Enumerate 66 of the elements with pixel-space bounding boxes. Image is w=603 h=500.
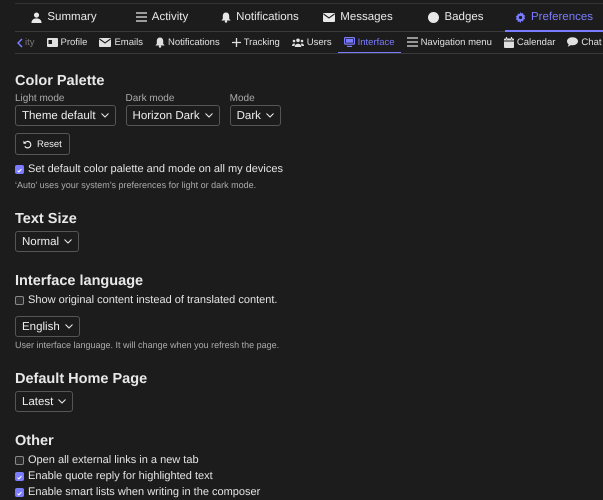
sub-tab[interactable]: Emails [93,32,149,53]
section-heading: Color Palette [15,72,106,90]
id-card-icon [46,38,58,46]
nav-tab[interactable]: Summary [15,4,113,32]
section-heading: Other [15,432,55,450]
sub-tab[interactable]: Interface [338,32,401,53]
dropdown[interactable]: Dark [230,105,281,126]
speech-bubble-icon [567,37,578,47]
chevron-down-icon [266,113,274,118]
nav-tab[interactable]: Notifications [211,4,309,32]
monitor-icon [344,37,355,47]
checkbox-label: Show original content instead of translated content. [28,293,278,308]
checkbox[interactable] [15,165,24,174]
chevron-down-icon [100,113,109,118]
bell-icon [154,36,165,48]
chevron-left-icon[interactable] [17,38,23,48]
checkbox[interactable] [15,456,24,465]
gear-icon [514,12,526,22]
help-text: User interface language. It will change when you refresh the page. [15,340,280,350]
nav-tab[interactable]: Messages [309,4,407,32]
checkbox-label: Enable quote reply for highlighted text [28,469,213,484]
person-icon [31,12,42,22]
sub-tab[interactable]: Chat [561,32,603,53]
chevron-down-icon [58,399,66,404]
calendar-icon [504,36,514,48]
dropdown[interactable]: Normal [15,231,80,252]
reset-button[interactable]: Reset [15,133,70,155]
field-label: Light mode [15,93,66,105]
nav-tab[interactable]: Activity [113,4,211,32]
dropdown[interactable]: Theme default [15,105,116,126]
checkbox-label: Set default color palette and mode on all my devices [28,162,283,177]
sub-tab[interactable]: Calendar [498,32,562,53]
bell-icon [221,12,232,22]
sub-tab[interactable]: Navigation menu [400,32,498,53]
undo-icon [23,140,32,148]
plus-icon [232,38,241,46]
sub-tab[interactable]: Notifications [148,32,226,53]
chevron-down-icon [64,324,73,329]
help-text: ‘Auto’ uses your system’s preferences for light or dark mode. [15,180,258,190]
chevron-down-icon [204,113,213,118]
sub-tab[interactable]: Tracking [226,32,286,53]
section-heading: Interface language [15,272,144,290]
nav-tab[interactable]: Badges [407,4,505,32]
nav-tab[interactable]: Preferences [505,4,603,32]
sub-tab[interactable]: Users [286,32,338,53]
dropdown[interactable]: Horizon Dark [126,105,220,126]
chevron-down-icon [64,239,72,244]
circle-icon [428,12,440,22]
checkbox-label: Open all external links in a new tab [28,453,199,468]
checkbox[interactable] [15,472,24,481]
checkbox[interactable] [15,488,24,497]
dropdown[interactable]: Latest [15,391,74,412]
field-label: Mode [230,93,256,105]
envelope-icon [99,38,112,46]
checkbox[interactable] [15,296,24,305]
field-label: Dark mode [126,93,176,105]
section-heading: Default Home Page [15,370,148,388]
list-icon [136,12,147,22]
users-icon [292,38,304,46]
envelope-icon [323,12,336,22]
dropdown[interactable]: English [15,316,80,337]
sub-tab[interactable]: ity [25,32,40,53]
checkbox-label: Enable smart lists when writing in the composer [28,485,260,500]
section-heading: Text Size [15,210,78,228]
sub-tab[interactable]: Profile [40,32,94,53]
list-icon [406,37,418,47]
